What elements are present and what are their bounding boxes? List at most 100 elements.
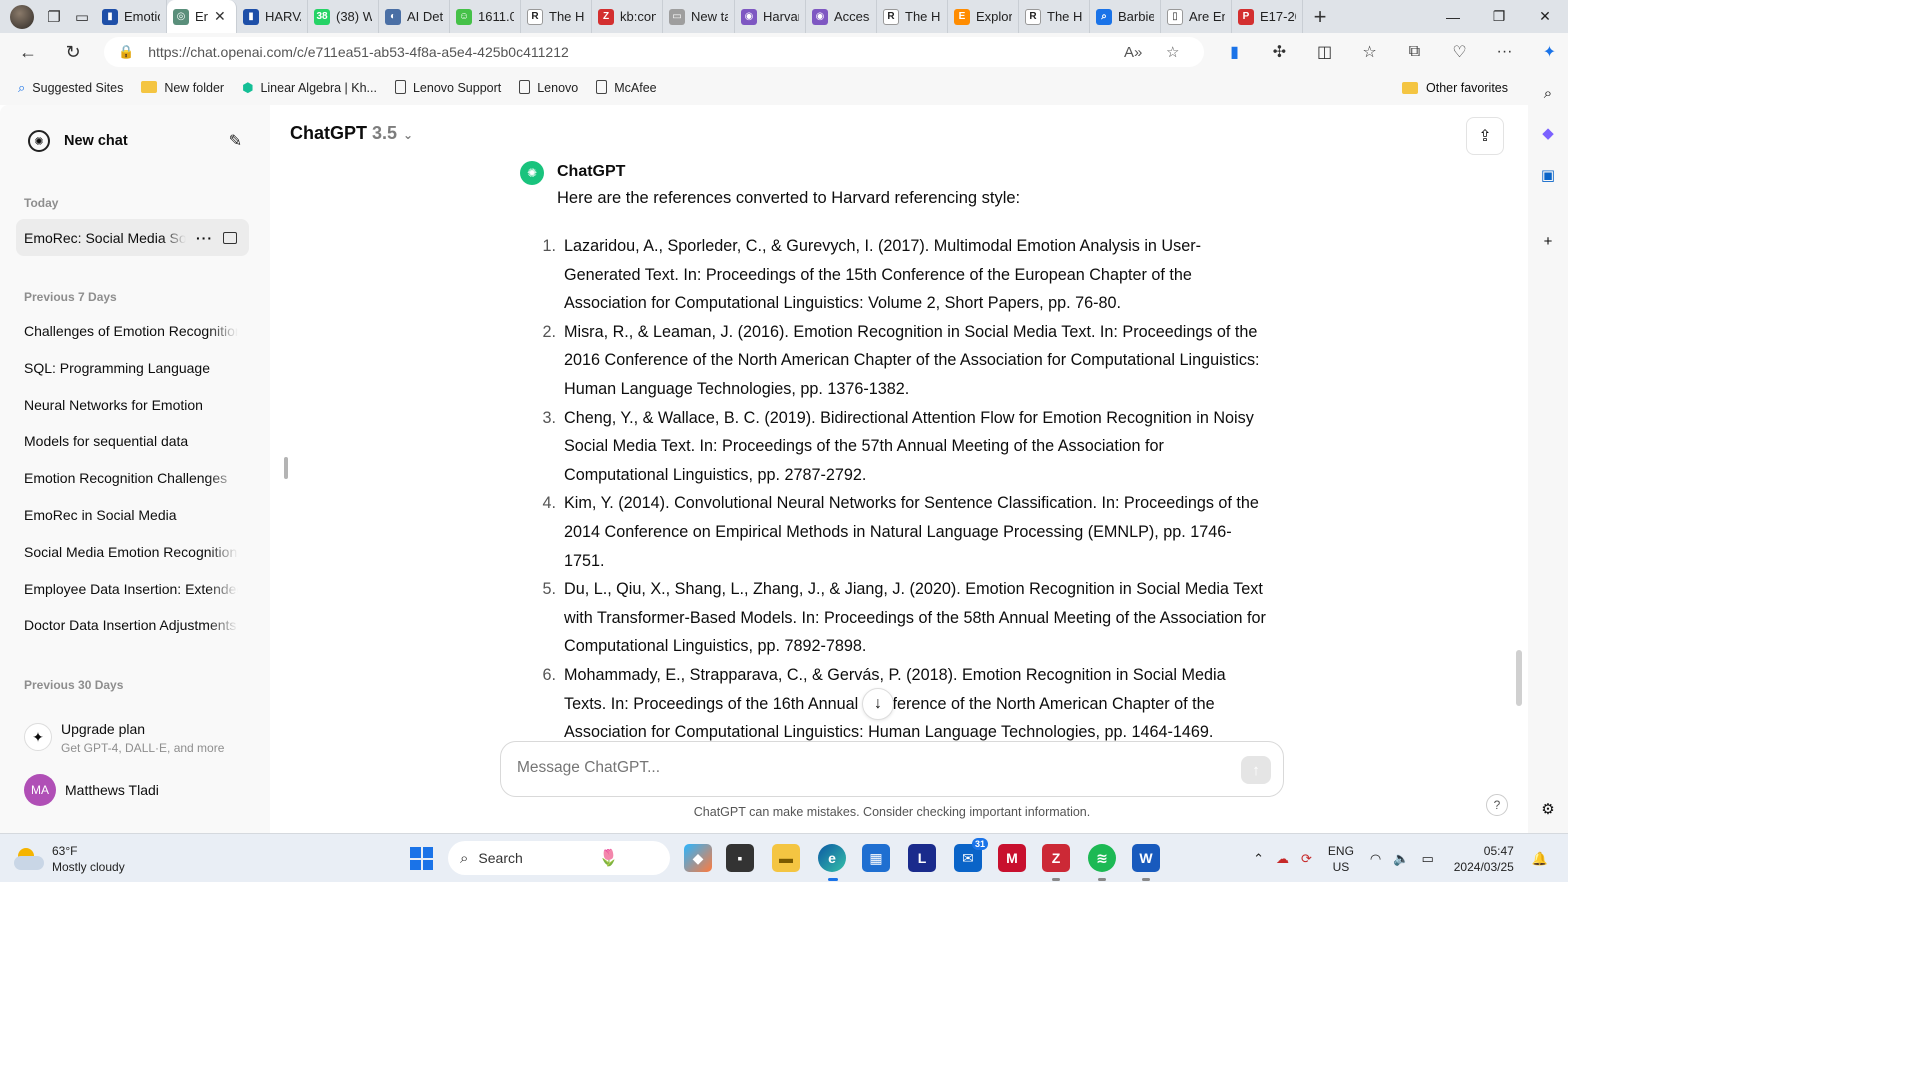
- sidebar-item-active-chat[interactable]: EmoRec: Social Media Solutions ···: [16, 219, 249, 256]
- word-icon[interactable]: W: [1132, 844, 1160, 872]
- sidebar-chat-item[interactable]: Emotion Recognition Challenges: [24, 470, 238, 487]
- browser-tab[interactable]: 38 (38) W: [308, 0, 379, 33]
- favorite-link[interactable]: New folder: [141, 80, 224, 96]
- sync-icon[interactable]: ⟳: [1301, 851, 1312, 867]
- browser-tab[interactable]: ▯ Are En: [1161, 0, 1232, 33]
- favorite-link[interactable]: Lenovo: [519, 79, 579, 97]
- read-aloud-icon[interactable]: A»: [1124, 44, 1142, 61]
- outlook-app-icon[interactable]: ✉ 31: [954, 838, 988, 872]
- browser-essentials-icon[interactable]: ♡: [1437, 33, 1482, 71]
- user-menu[interactable]: MA Matthews Tladi: [24, 773, 159, 807]
- mcafee-icon[interactable]: M: [998, 844, 1026, 872]
- sidebar-chat-item[interactable]: Challenges of Emotion Recognition: [24, 323, 238, 339]
- chevron-up-icon[interactable]: ⌃: [1253, 851, 1264, 867]
- reading-view-icon[interactable]: ▮: [1212, 33, 1257, 71]
- taskbar-search[interactable]: ⌕ Search 🌷: [448, 841, 670, 875]
- browser-tab[interactable]: ◐ AI Dete: [379, 0, 450, 33]
- back-button[interactable]: ←: [6, 33, 50, 71]
- add-sidebar-app-icon[interactable]: +: [1536, 229, 1560, 253]
- refresh-button[interactable]: ↻: [51, 33, 95, 71]
- chevron-down-icon: ⌄: [403, 128, 414, 142]
- search-icon[interactable]: ⌕: [1536, 81, 1560, 105]
- browser-tab[interactable]: ◎ Er ✕: [167, 0, 237, 33]
- spotify-icon[interactable]: ≋: [1088, 844, 1116, 872]
- send-button[interactable]: ↑: [1241, 756, 1271, 784]
- archive-icon[interactable]: [223, 231, 237, 244]
- share-button[interactable]: ⇪: [1466, 117, 1504, 155]
- copilot-app-icon[interactable]: ◆: [684, 844, 712, 872]
- workspaces-icon[interactable]: ❐: [40, 0, 68, 33]
- collections-icon[interactable]: ⧉: [1392, 33, 1437, 71]
- sidebar-toggle-handle[interactable]: [284, 457, 288, 479]
- zotero-icon[interactable]: Z: [1042, 844, 1070, 872]
- browser-tab[interactable]: E Explor: [948, 0, 1019, 33]
- page-scrollbar[interactable]: [1516, 650, 1522, 706]
- sidebar-chat-item[interactable]: EmoRec in Social Media: [24, 507, 238, 523]
- new-tab-button[interactable]: +: [1303, 4, 1337, 30]
- browser-tab[interactable]: ◉ Access: [806, 0, 877, 33]
- lenovo-vantage-icon[interactable]: L: [908, 844, 936, 872]
- clock[interactable]: 05:47 2024/03/25: [1454, 843, 1514, 875]
- start-button[interactable]: [410, 847, 433, 870]
- help-button[interactable]: ?: [1486, 794, 1508, 816]
- task-view-icon[interactable]: ▪: [726, 844, 754, 872]
- message-input[interactable]: [517, 759, 1217, 777]
- split-screen-icon[interactable]: ◫: [1302, 33, 1347, 71]
- sidebar-chat-item[interactable]: Social Media Emotion Recognition: [24, 543, 238, 560]
- search-icon: ⌕: [460, 849, 469, 867]
- sidebar-chat-item[interactable]: SQL: Programming Language: [24, 359, 238, 376]
- favorites-icon[interactable]: ☆: [1347, 33, 1392, 71]
- address-bar[interactable]: 🔒 https://chat.openai.com/c/e711ea51-ab5…: [104, 37, 1204, 67]
- browser-tab[interactable]: ◉ Harvar: [735, 0, 806, 33]
- settings-more-icon[interactable]: ···: [1482, 33, 1527, 71]
- favorite-link[interactable]: ⬢ Linear Algebra | Kh...: [242, 80, 377, 96]
- language-indicator[interactable]: ENG US: [1328, 843, 1354, 875]
- outlook-icon[interactable]: ▣: [1536, 163, 1560, 187]
- edge-icon[interactable]: e: [818, 844, 846, 872]
- browser-tab[interactable]: R The Hu: [877, 0, 948, 33]
- browser-tab[interactable]: R The Hu: [521, 0, 592, 33]
- favorite-label: Lenovo: [537, 81, 579, 95]
- close-window-icon[interactable]: ✕: [1522, 0, 1568, 33]
- browser-tab[interactable]: ▮ Emotio: [96, 0, 167, 33]
- file-explorer-icon[interactable]: ▬: [772, 844, 800, 872]
- favorite-link[interactable]: Lenovo Support: [394, 79, 501, 97]
- upgrade-plan-button[interactable]: ✦ Upgrade plan Get GPT-4, DALL·E, and mo…: [24, 719, 254, 759]
- onedrive-icon[interactable]: ☁: [1276, 851, 1289, 867]
- store-icon[interactable]: ▦: [862, 844, 890, 872]
- compose-icon[interactable]: ✎: [229, 131, 242, 151]
- battery-icon[interactable]: ▭: [1421, 851, 1433, 867]
- sidebar-settings-icon[interactable]: ⚙: [1536, 797, 1560, 821]
- sidebar-chat-item[interactable]: Employee Data Insertion: Extended: [24, 580, 238, 597]
- extensions-icon[interactable]: ✣: [1257, 33, 1302, 71]
- browser-tab[interactable]: ☺ 1611.0: [450, 0, 521, 33]
- favorite-star-icon[interactable]: ☆: [1166, 43, 1179, 61]
- close-tab-icon[interactable]: ✕: [214, 8, 226, 25]
- browser-tab[interactable]: ▭ New ta: [663, 0, 735, 33]
- volume-icon[interactable]: 🔈: [1393, 851, 1409, 867]
- wifi-icon[interactable]: ◠: [1370, 851, 1381, 867]
- notification-bell-icon[interactable]: 🔔: [1532, 851, 1548, 867]
- profile-avatar[interactable]: [10, 4, 34, 29]
- more-options-icon[interactable]: ···: [196, 230, 213, 246]
- restore-icon[interactable]: ❐: [1476, 0, 1522, 33]
- copilot-sidebar-icon[interactable]: ◆: [1536, 121, 1560, 145]
- new-chat-button[interactable]: ✺ New chat ✎: [16, 123, 250, 159]
- other-favorites[interactable]: Other favorites: [1402, 71, 1508, 105]
- browser-tab[interactable]: R The Hu: [1019, 0, 1090, 33]
- browser-tab[interactable]: P E17-20: [1232, 0, 1303, 33]
- browser-tab[interactable]: ⌕ Barbie: [1090, 0, 1161, 33]
- weather-widget[interactable]: 63°F Mostly cloudy: [14, 840, 125, 878]
- browser-tab[interactable]: Zkb:con: [592, 0, 663, 33]
- scroll-to-bottom-button[interactable]: ↓: [862, 688, 894, 720]
- favorite-link[interactable]: ⌕ Suggested Sites: [18, 80, 123, 96]
- browser-tab[interactable]: ▮ HARVA: [237, 0, 308, 33]
- copilot-icon[interactable]: ✦: [1527, 33, 1572, 71]
- minimize-icon[interactable]: —: [1430, 0, 1476, 33]
- favorite-link[interactable]: McAfee: [596, 79, 657, 97]
- sidebar-chat-item[interactable]: Models for sequential data: [24, 433, 238, 450]
- sidebar-chat-item[interactable]: Doctor Data Insertion Adjustments: [24, 617, 238, 634]
- model-selector[interactable]: ChatGPT 3.5 ⌄: [290, 123, 413, 144]
- tab-actions-icon[interactable]: ▭: [68, 0, 96, 33]
- sidebar-chat-item[interactable]: Neural Networks for Emotion: [24, 396, 238, 413]
